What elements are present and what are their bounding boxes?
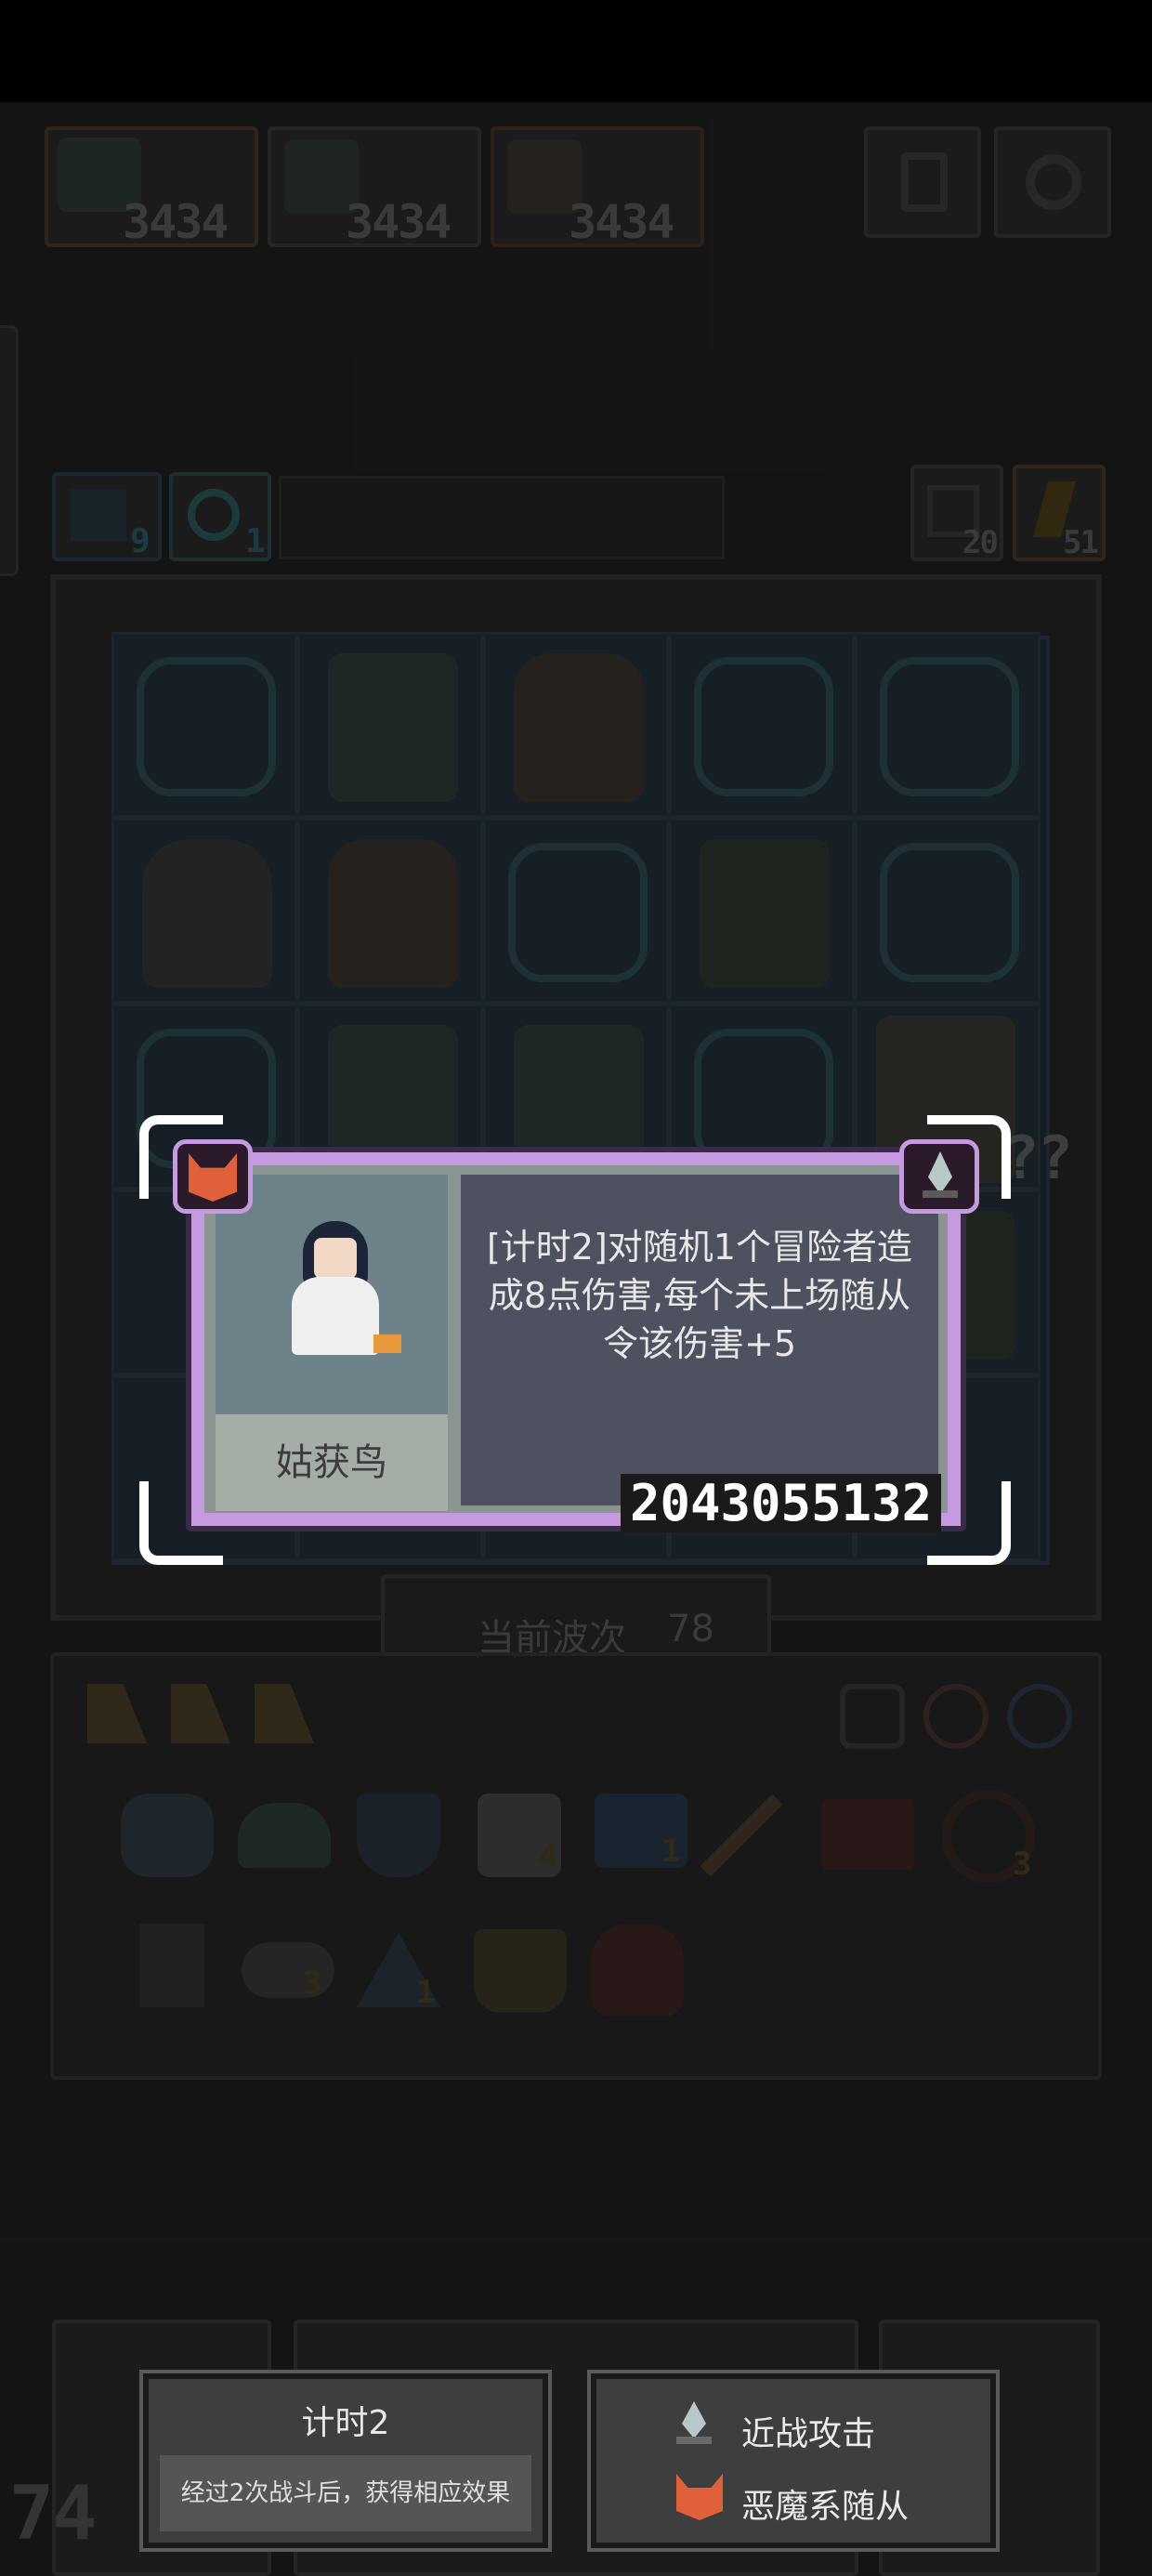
status-bar xyxy=(0,0,1152,102)
card-body: 姑获鸟 [计时2]对随机1个冒险者造成8点伤害,每个未上场随从令该伤害+5 xyxy=(204,1165,948,1513)
tags-tooltip: 近战攻击 恶魔系随从 xyxy=(587,2370,1000,2552)
tag-label: 近战攻击 xyxy=(741,2415,876,2453)
unit-description-panel: [计时2]对随机1个冒险者造成8点伤害,每个未上场随从令该伤害+5 xyxy=(461,1175,938,1505)
tooltip-title: 计时2 xyxy=(301,2404,390,2442)
sword-badge-icon xyxy=(899,1139,979,1214)
unit-name: 姑获鸟 xyxy=(276,1441,387,1484)
demon-badge-icon xyxy=(173,1139,253,1214)
tag-demon: 恶魔系随从 xyxy=(676,2472,974,2528)
unit-portrait-frame xyxy=(216,1175,448,1414)
unit-description: [计时2]对随机1个冒险者造成8点伤害,每个未上场随从令该伤害+5 xyxy=(486,1227,912,1364)
tooltip-subtitle: 经过2次战斗后，获得相应效果 xyxy=(180,2479,511,2507)
tooltip-subtitle-bar: 经过2次战斗后，获得相应效果 xyxy=(160,2455,531,2531)
tag-label: 恶魔系随从 xyxy=(741,2488,910,2526)
unit-name-plate: 姑获鸟 xyxy=(216,1414,448,1511)
demon-icon xyxy=(676,2474,723,2520)
guhuoniao-portrait-icon xyxy=(271,1221,401,1360)
card-code: 2043055132 xyxy=(621,1474,942,1532)
timer-tooltip: 计时2 经过2次战斗后，获得相应效果 xyxy=(139,2370,552,2552)
sword-icon xyxy=(673,2401,715,2451)
tag-melee: 近战攻击 xyxy=(676,2399,974,2455)
